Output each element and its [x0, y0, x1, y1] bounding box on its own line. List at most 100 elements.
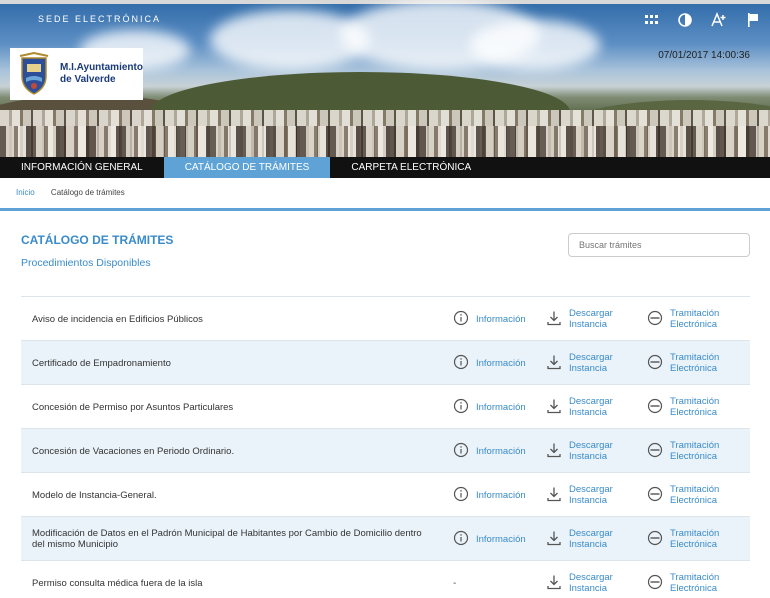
info-link[interactable]: Información: [453, 517, 526, 561]
download-form-link[interactable]: Descargar Instancia: [546, 341, 613, 385]
minus-circle-icon: [647, 310, 670, 329]
info-link[interactable]: Información: [453, 297, 526, 341]
sede-label: SEDE ELECTRÓNICA: [38, 14, 162, 24]
info-link-label: Información: [476, 489, 526, 501]
download-label-line1: Descargar: [569, 352, 613, 363]
minus-circle-icon: [647, 442, 670, 461]
search-input[interactable]: [568, 233, 750, 257]
table-row: Modelo de Instancia-General. Información D…: [21, 473, 750, 517]
processing-label-line2: Electrónica: [670, 539, 717, 550]
download-form-link[interactable]: Descargar Instancia: [546, 473, 613, 517]
processing-label-line1: Tramitación: [670, 308, 720, 319]
info-link[interactable]: Información: [453, 341, 526, 385]
download-icon: [546, 398, 569, 417]
coat-of-arms-icon: [19, 52, 49, 95]
download-icon: [546, 354, 569, 373]
flag-icon[interactable]: [744, 11, 762, 29]
processing-label-line1: Tramitación: [670, 484, 720, 495]
download-form-link[interactable]: Descargar Instancia: [546, 429, 613, 473]
electronic-processing-link[interactable]: Tramitación Electrónica: [647, 341, 719, 385]
download-form-label: Descargar Instancia: [569, 572, 613, 594]
info-icon: [453, 398, 476, 417]
processing-label-line1: Tramitación: [670, 440, 720, 451]
electronic-processing-link[interactable]: Tramitación Electrónica: [647, 517, 719, 561]
nav-catalogo-tramites[interactable]: CATÁLOGO DE TRÁMITES: [163, 157, 331, 178]
download-form-label: Descargar Instancia: [569, 528, 613, 550]
no-info-dash: -: [453, 577, 457, 589]
electronic-processing-link[interactable]: Tramitación Electrónica: [647, 561, 719, 598]
download-label-line2: Instancia: [569, 495, 608, 506]
electronic-processing-link[interactable]: Tramitación Electrónica: [647, 473, 719, 517]
download-icon: [546, 530, 569, 549]
minus-circle-icon: [647, 530, 670, 549]
download-form-link[interactable]: Descargar Instancia: [546, 385, 613, 429]
minus-circle-icon: [647, 486, 670, 505]
info-icon: [453, 310, 476, 329]
banner-cloud: [470, 20, 600, 70]
download-form-link[interactable]: Descargar Instancia: [546, 297, 613, 341]
info-link-label: Información: [476, 533, 526, 545]
info-icon: [453, 530, 476, 549]
download-form-label: Descargar Instancia: [569, 352, 613, 374]
nav-informacion-general[interactable]: INFORMACIÓN GENERAL: [0, 157, 164, 178]
info-icon: [453, 486, 476, 505]
procedures-table: Aviso de incidencia en Edificios Público…: [21, 296, 750, 598]
font-size-icon[interactable]: [710, 11, 728, 29]
nav-carpeta-electronica[interactable]: CARPETA ELECTRÓNICA: [330, 157, 492, 178]
sitemap-icon[interactable]: [642, 11, 660, 29]
download-label-line1: Descargar: [569, 484, 613, 495]
processing-label-line2: Electrónica: [670, 451, 717, 462]
municipality-name-line1: M.I.Ayuntamiento: [60, 62, 143, 73]
download-form-label: Descargar Instancia: [569, 396, 613, 418]
table-row: Certificado de Empadronamiento Informació…: [21, 341, 750, 385]
download-form-label: Descargar Instancia: [569, 308, 613, 330]
processing-label-line1: Tramitación: [670, 572, 720, 583]
processing-label-line2: Electrónica: [670, 583, 717, 594]
table-row: Permiso consulta médica fuera de la isla…: [21, 561, 750, 598]
breadcrumb-divider: [0, 208, 770, 211]
header-banner: SEDE ELECTRÓNICA 07/01/2017 14:00:36 M.I…: [0, 0, 770, 157]
electronic-processing-label: Tramitación Electrónica: [670, 440, 719, 462]
download-form-link[interactable]: Descargar Instancia: [546, 517, 613, 561]
processing-label-line1: Tramitación: [670, 528, 720, 539]
info-link[interactable]: Información: [453, 385, 526, 429]
electronic-processing-label: Tramitación Electrónica: [670, 396, 719, 418]
info-icon: [453, 442, 476, 461]
datetime: 07/01/2017 14:00:36: [658, 50, 750, 61]
banner-town: [0, 126, 770, 157]
page-title: CATÁLOGO DE TRÁMITES: [21, 233, 174, 247]
download-label-line1: Descargar: [569, 572, 613, 583]
breadcrumb: Inicio Catálogo de trámites: [16, 188, 125, 197]
download-label-line2: Instancia: [569, 363, 608, 374]
electronic-processing-label: Tramitación Electrónica: [670, 352, 719, 374]
processing-label-line2: Electrónica: [670, 319, 717, 330]
download-label-line1: Descargar: [569, 440, 613, 451]
main-nav: INFORMACIÓN GENERAL CATÁLOGO DE TRÁMITES…: [0, 157, 770, 178]
info-link[interactable]: Información: [453, 473, 526, 517]
info-link-label: Información: [476, 357, 526, 369]
minus-circle-icon: [647, 398, 670, 417]
download-icon: [546, 574, 569, 593]
table-row: Concesión de Vacaciones en Periodo Ordin…: [21, 429, 750, 473]
electronic-processing-label: Tramitación Electrónica: [670, 484, 719, 506]
municipality-logo[interactable]: M.I.Ayuntamiento de Valverde: [10, 48, 143, 100]
download-label-line2: Instancia: [569, 583, 608, 594]
download-icon: [546, 310, 569, 329]
electronic-processing-link[interactable]: Tramitación Electrónica: [647, 385, 719, 429]
download-label-line1: Descargar: [569, 528, 613, 539]
download-label-line2: Instancia: [569, 451, 608, 462]
info-link[interactable]: Información: [453, 429, 526, 473]
download-label-line1: Descargar: [569, 396, 613, 407]
download-icon: [546, 486, 569, 505]
contrast-icon[interactable]: [676, 11, 694, 29]
procedure-name: Aviso de incidencia en Edificios Público…: [32, 313, 203, 325]
page-subtitle: Procedimientos Disponibles: [21, 257, 151, 269]
download-form-link[interactable]: Descargar Instancia: [546, 561, 613, 598]
electronic-processing-link[interactable]: Tramitación Electrónica: [647, 297, 719, 341]
procedure-name: Permiso consulta médica fuera de la isla: [32, 577, 203, 589]
download-label-line2: Instancia: [569, 407, 608, 418]
breadcrumb-home-link[interactable]: Inicio: [16, 188, 35, 197]
electronic-processing-link[interactable]: Tramitación Electrónica: [647, 429, 719, 473]
procedure-name: Concesión de Vacaciones en Periodo Ordin…: [32, 445, 235, 457]
info-link-label: Información: [476, 445, 526, 457]
